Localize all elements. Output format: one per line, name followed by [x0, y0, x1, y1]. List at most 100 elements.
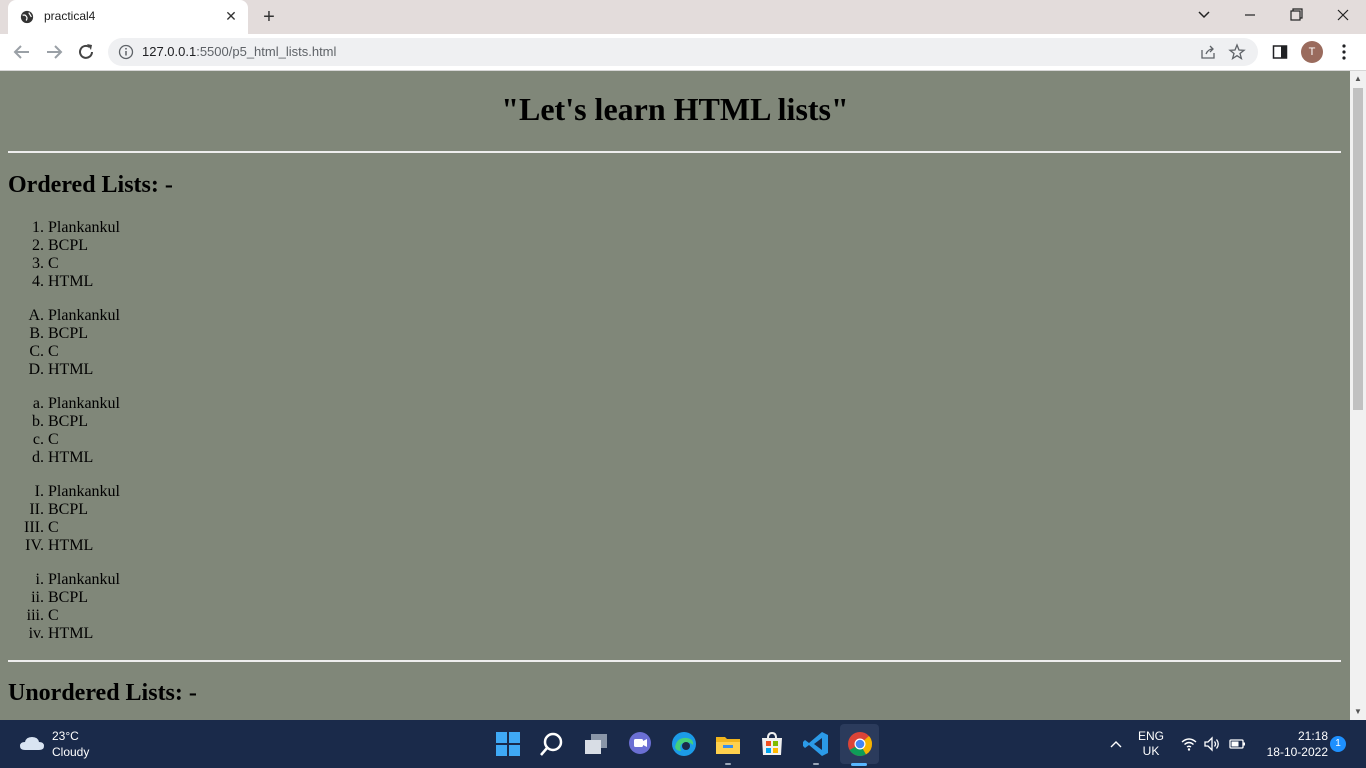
list-item-text: Plankankul	[48, 571, 120, 588]
address-bar[interactable]: 127.0.0.1:5500/p5_html_lists.html	[108, 38, 1258, 66]
list-marker: II.	[29, 501, 44, 518]
tab-strip: practical4 ✕ +	[0, 0, 1366, 34]
scroll-up-arrow-icon[interactable]: ▲	[1350, 71, 1366, 87]
close-window-icon[interactable]	[1331, 4, 1355, 26]
list-item: ii. BCPL	[0, 589, 300, 607]
edge-browser-icon[interactable]	[669, 729, 699, 759]
vertical-scrollbar[interactable]: ▲ ▼	[1350, 71, 1366, 720]
profile-avatar[interactable]: T	[1301, 41, 1323, 63]
list-item-text: C	[48, 519, 59, 536]
teams-chat-icon[interactable]	[625, 729, 655, 759]
windows-start-icon[interactable]	[493, 729, 523, 759]
list-item: III. C	[0, 519, 300, 537]
list-item: c. C	[0, 431, 300, 449]
battery-icon[interactable]	[1228, 735, 1246, 753]
list-marker: A.	[28, 307, 44, 324]
list-marker: iv.	[28, 625, 44, 642]
wifi-icon[interactable]	[1180, 735, 1198, 753]
list-item-text: BCPL	[48, 589, 89, 606]
list-item-text: HTML	[48, 537, 94, 554]
list-marker: 1.	[32, 219, 44, 236]
restore-icon[interactable]	[1284, 4, 1308, 26]
ordered-list-upper-roman: I. Plankankul II. BCPL III. C IV. HTML	[0, 483, 300, 555]
clock-date[interactable]: 18-10-2022	[1258, 745, 1328, 759]
list-marker: IV.	[25, 537, 44, 554]
browser-toolbar: 127.0.0.1:5500/p5_html_lists.html T	[0, 34, 1366, 71]
list-item: 2. BCPL	[0, 237, 300, 255]
task-view-icon[interactable]	[581, 729, 611, 759]
list-marker: 2.	[32, 237, 44, 254]
language-code: ENG	[1137, 729, 1164, 743]
list-item: 3. C	[0, 255, 300, 273]
scroll-down-arrow-icon[interactable]: ▼	[1350, 704, 1366, 720]
ordered-list-numbers: 1. Plankankul 2. BCPL 3. C 4. HTML	[0, 219, 300, 291]
list-marker: a.	[32, 395, 44, 412]
language-indicator[interactable]: ENG UK	[1136, 729, 1166, 759]
list-item-text: C	[48, 607, 59, 624]
notification-badge[interactable]: 1	[1330, 736, 1346, 752]
chrome-icon[interactable]	[845, 729, 875, 759]
microsoft-store-icon[interactable]	[757, 729, 787, 759]
minimize-icon[interactable]	[1238, 4, 1262, 26]
list-marker: b.	[32, 413, 44, 430]
list-marker: d.	[32, 449, 44, 466]
list-item: iii. C	[0, 607, 300, 625]
file-explorer-icon[interactable]	[713, 729, 743, 759]
info-icon[interactable]	[118, 44, 134, 60]
tab-title: practical4	[44, 9, 96, 23]
list-item-text: BCPL	[48, 501, 89, 518]
list-item: C. C	[0, 343, 300, 361]
list-item: 1. Plankankul	[0, 219, 300, 237]
list-item: b. BCPL	[0, 413, 300, 431]
cloud-icon[interactable]	[18, 732, 46, 754]
vscode-icon[interactable]	[801, 729, 831, 759]
list-item-text: Plankankul	[48, 395, 120, 412]
list-item-text: C	[48, 431, 59, 448]
back-arrow-icon[interactable]	[10, 40, 34, 64]
list-item-text: Plankankul	[48, 307, 120, 324]
weather-description[interactable]: Cloudy	[52, 745, 89, 759]
clock-time[interactable]: 21:18	[1288, 729, 1328, 743]
list-item: B. BCPL	[0, 325, 300, 343]
list-item: iv. HTML	[0, 625, 300, 643]
list-item-text: C	[48, 255, 59, 272]
list-item: IV. HTML	[0, 537, 300, 555]
list-item: D. HTML	[0, 361, 300, 379]
list-item: 4. HTML	[0, 273, 300, 291]
side-panel-icon[interactable]	[1272, 44, 1288, 60]
list-marker: c.	[32, 431, 44, 448]
url-text: 127.0.0.1:5500/p5_html_lists.html	[142, 44, 336, 59]
list-marker: B.	[29, 325, 44, 342]
ordered-list-lower-roman: i. Plankankul ii. BCPL iii. C iv. HTML	[0, 571, 300, 643]
volume-icon[interactable]	[1203, 735, 1221, 753]
weather-temperature[interactable]: 23°C	[52, 729, 79, 743]
new-tab-icon[interactable]: +	[258, 6, 280, 28]
more-menu-icon[interactable]	[1336, 42, 1352, 62]
ordered-list-upper-alpha: A. Plankankul B. BCPL C. C D. HTML	[0, 307, 300, 379]
share-icon[interactable]	[1200, 44, 1216, 60]
close-tab-icon[interactable]: ✕	[222, 7, 240, 25]
forward-arrow-icon[interactable]	[42, 40, 66, 64]
bookmark-star-icon[interactable]	[1228, 43, 1246, 61]
list-marker: 4.	[32, 273, 44, 290]
list-item: i. Plankankul	[0, 571, 300, 589]
list-marker: ii.	[31, 589, 44, 606]
reload-icon[interactable]	[74, 40, 98, 64]
list-item-text: BCPL	[48, 413, 89, 430]
chevron-up-icon[interactable]	[1108, 736, 1124, 752]
active-app-indicator	[851, 763, 867, 766]
page-title: "Let's learn HTML lists"	[501, 91, 849, 127]
divider	[8, 151, 1341, 153]
list-marker: I.	[34, 483, 44, 500]
url-path: :5500/p5_html_lists.html	[196, 44, 337, 59]
browser-tab[interactable]: practical4 ✕	[8, 0, 248, 34]
list-item-text: BCPL	[48, 325, 89, 342]
list-marker: 3.	[32, 255, 44, 272]
search-icon[interactable]	[537, 729, 567, 759]
list-item: I. Plankankul	[0, 483, 300, 501]
list-item-text: HTML	[48, 625, 94, 642]
scrollbar-thumb[interactable]	[1353, 88, 1363, 410]
windows-taskbar: 23°C Cloudy ENG UK 21:18 18-10-2022 1	[0, 720, 1366, 768]
list-item-text: Plankankul	[48, 483, 120, 500]
tab-search-icon[interactable]	[1192, 4, 1216, 26]
